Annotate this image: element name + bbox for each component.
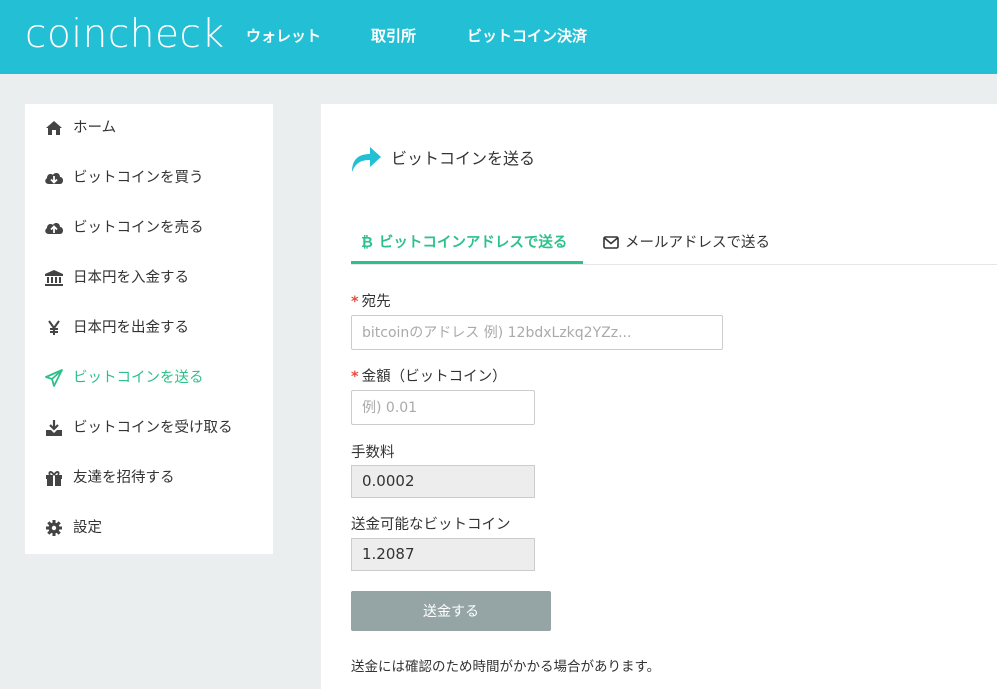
- sidebar-item-label: ビットコインを買う: [73, 170, 204, 186]
- sidebar-item-send-bitcoin[interactable]: ビットコインを送る: [25, 358, 273, 398]
- paper-plane-icon: [44, 368, 64, 388]
- coincheck-logo[interactable]: coincheck: [25, 11, 225, 59]
- tab-bitcoin-address[interactable]: ₿ ビットコインアドレスで送る: [351, 232, 583, 264]
- top-header: coincheck ウォレット 取引所 ビットコイン決済: [0, 0, 997, 74]
- sidebar-item-label: ビットコインを受け取る: [73, 420, 233, 436]
- page-title: ビットコインを送る: [391, 149, 536, 168]
- available-label: 送金可能なビットコイン: [351, 517, 511, 533]
- address-input[interactable]: [351, 315, 723, 350]
- amount-input[interactable]: [351, 390, 535, 425]
- gear-icon: [44, 518, 64, 538]
- fee-label: 手数料: [351, 445, 395, 461]
- cloud-upload-icon: [44, 218, 64, 238]
- sidebar-item-receive-bitcoin[interactable]: ビットコインを受け取る: [25, 408, 273, 448]
- sidebar-item-label: ビットコインを送る: [73, 370, 204, 386]
- share-arrow-icon: [350, 144, 382, 174]
- envelope-icon: [603, 236, 619, 249]
- nav-bitcoin-payment[interactable]: ビットコイン決済: [467, 26, 587, 46]
- amount-label: * 金額（ビットコイン）: [351, 369, 507, 385]
- nav-exchange[interactable]: 取引所: [371, 26, 416, 46]
- bitcoin-icon: ₿: [361, 235, 373, 251]
- tab-email-address[interactable]: メールアドレスで送る: [603, 232, 770, 264]
- sidebar-item-label: ビットコインを売る: [73, 220, 204, 236]
- sidebar-item-home[interactable]: ホーム: [25, 108, 273, 148]
- sidebar-item-buy-bitcoin[interactable]: ビットコインを買う: [25, 158, 273, 198]
- address-label: * 宛先: [351, 294, 391, 310]
- fee-value: 0.0002: [351, 465, 535, 498]
- main-panel: ビットコインを送る ₿ ビットコインアドレスで送る メールアドレスで送る * 宛先…: [321, 104, 997, 689]
- required-mark: *: [351, 369, 359, 385]
- available-value: 1.2087: [351, 538, 535, 571]
- download-icon: [44, 418, 64, 438]
- bank-icon: [44, 268, 64, 288]
- sidebar: ホーム ビットコインを買う ビットコインを売る 日本円を入金する 日本円を出金す…: [25, 104, 273, 554]
- sidebar-item-label: 日本円を入金する: [73, 270, 189, 286]
- tab-label: メールアドレスで送る: [625, 235, 770, 251]
- home-icon: [44, 118, 64, 138]
- sidebar-item-withdraw-jpy[interactable]: 日本円を出金する: [25, 308, 273, 348]
- sidebar-item-label: 設定: [73, 520, 102, 536]
- required-mark: *: [351, 294, 359, 310]
- gift-icon: [44, 468, 64, 488]
- sidebar-item-settings[interactable]: 設定: [25, 508, 273, 548]
- sidebar-item-sell-bitcoin[interactable]: ビットコインを売る: [25, 208, 273, 248]
- tab-label: ビットコインアドレスで送る: [378, 235, 568, 251]
- sidebar-item-deposit-jpy[interactable]: 日本円を入金する: [25, 258, 273, 298]
- sidebar-item-label: ホーム: [73, 120, 117, 136]
- send-button[interactable]: 送金する: [351, 591, 551, 631]
- yen-icon: [44, 318, 64, 338]
- tab-divider: [351, 264, 997, 265]
- sidebar-item-label: 友達を招待する: [73, 470, 175, 486]
- cloud-download-icon: [44, 168, 64, 188]
- sidebar-item-invite-friends[interactable]: 友達を招待する: [25, 458, 273, 498]
- send-note: 送金には確認のため時間がかかる場合があります。: [351, 659, 661, 675]
- sidebar-item-label: 日本円を出金する: [73, 320, 189, 336]
- nav-wallet[interactable]: ウォレット: [246, 26, 321, 46]
